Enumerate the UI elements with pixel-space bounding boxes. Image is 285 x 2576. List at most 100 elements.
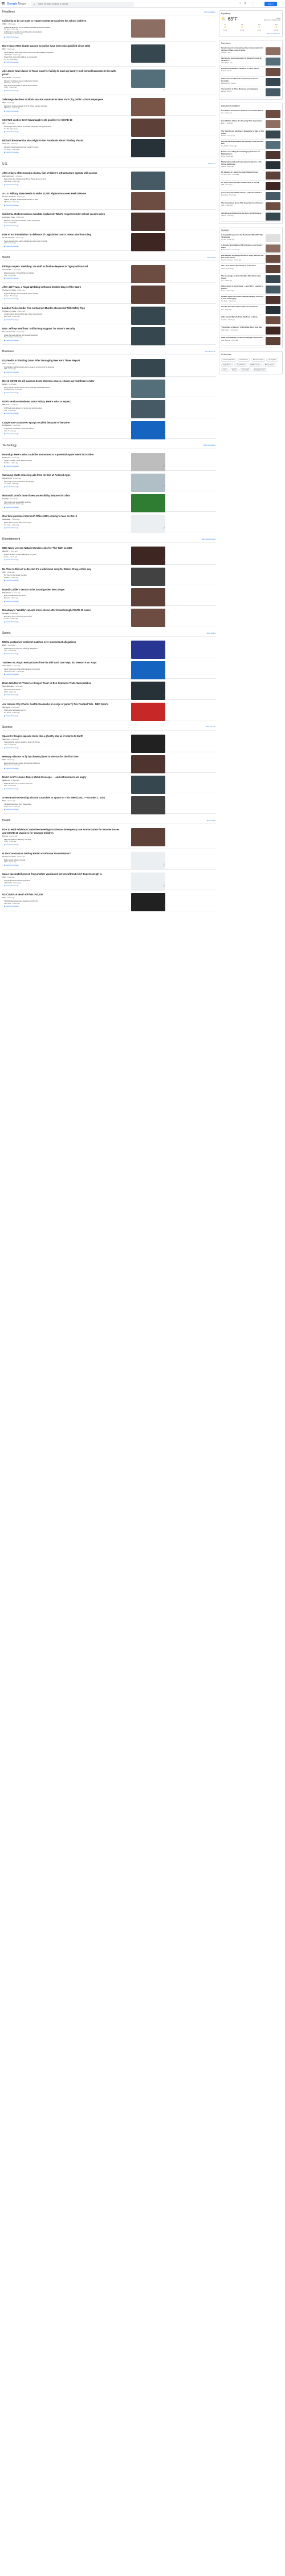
story-headline[interactable]: USPS service slowdown starts Friday. Her… xyxy=(2,400,122,403)
related-story[interactable]: Delta variant airborne spread STAT · 3 ho… xyxy=(4,859,121,863)
share-icon[interactable]: ⤴ xyxy=(163,885,165,887)
weather-more-link[interactable]: More on weather.com xyxy=(221,33,280,35)
source-name[interactable]: AppleInsider xyxy=(2,519,10,520)
sidebar-story-thumbnail[interactable] xyxy=(266,120,280,128)
story-thumbnail[interactable] xyxy=(131,212,165,231)
source-name[interactable]: Houston Chronicle xyxy=(2,237,14,239)
sidebar-story-thumbnail[interactable] xyxy=(266,182,280,190)
related-story[interactable]: Broadway show cancels performances NY Pos… xyxy=(4,616,121,620)
sidebar-story-headline[interactable]: 'There Have A Balloon': It Was What Was … xyxy=(221,326,264,331)
sidebar-story-thumbnail[interactable] xyxy=(266,172,280,180)
news-topic-chip[interactable]: Kim Harrison xyxy=(237,357,250,362)
story-headline[interactable]: No Time to Die Let Leiter, but it's a wi… xyxy=(2,568,122,570)
story-thumbnail[interactable] xyxy=(131,98,165,117)
story-headline[interactable]: After 100 Years, a Royal Wedding in Russ… xyxy=(2,286,122,288)
story-thumbnail[interactable] xyxy=(131,400,165,419)
related-story[interactable]: Office 2021 release date announced The Ve… xyxy=(4,521,121,526)
source-name[interactable]: ESPN xyxy=(2,645,6,646)
more-section-link[interactable]: More World › xyxy=(207,257,216,259)
source-name[interactable]: The New York Times xyxy=(2,856,16,858)
full-coverage-link[interactable]: ▣ View Full Coverage xyxy=(4,392,216,394)
source-name[interactable]: The Guardian xyxy=(2,77,11,79)
share-icon[interactable]: ⤴ xyxy=(163,714,165,717)
story-thumbnail[interactable] xyxy=(131,661,165,680)
full-coverage-link[interactable]: ▣ View Full Coverage xyxy=(4,621,216,623)
source-name[interactable]: Fox News xyxy=(2,613,9,614)
share-icon[interactable]: ⤴ xyxy=(163,36,165,38)
share-icon[interactable]: ⤴ xyxy=(163,464,165,467)
more-section-link[interactable]: More Health › xyxy=(207,820,216,822)
sidebar-story-headline[interactable]: Biden's Vaccine Mandate and the Impeachm… xyxy=(221,78,264,84)
story-thumbnail[interactable] xyxy=(131,515,165,533)
story-thumbnail[interactable] xyxy=(131,233,165,252)
story-headline[interactable]: One-time purchase Microsoft Office 2021 … xyxy=(2,515,122,517)
full-coverage-link[interactable]: ▣ View Full Coverage xyxy=(4,298,216,300)
sidebar-story-thumbnail[interactable] xyxy=(266,192,280,200)
story-thumbnail[interactable] xyxy=(131,473,165,492)
story-thumbnail[interactable] xyxy=(131,70,165,88)
related-story[interactable]: SpaceX cargo capsule splashes down off F… xyxy=(4,741,121,745)
related-story[interactable]: Ethiopia expels 7 United Nations officia… xyxy=(4,272,121,276)
story-headline[interactable]: A New Earth-Observing Mission Launches t… xyxy=(2,796,122,799)
sidebar-story-thumbnail[interactable] xyxy=(266,234,280,243)
related-story[interactable]: Natalie Morales to leave NBC after 22 ye… xyxy=(4,553,121,558)
sidebar-story-thumbnail[interactable] xyxy=(266,244,280,253)
share-icon[interactable]: ⤴ xyxy=(163,788,165,790)
forecast-day[interactable]: Sat ☀ 76° 56° xyxy=(238,24,246,31)
share-icon[interactable]: ⤴ xyxy=(163,297,165,300)
story-headline[interactable]: After 2 days of Democratic drama, fate o… xyxy=(2,172,122,174)
source-name[interactable]: CNN xyxy=(2,102,6,104)
share-icon[interactable]: ⤴ xyxy=(163,767,165,769)
related-story[interactable]: 700,000 Americans have died from COVID-1… xyxy=(4,900,121,904)
related-story[interactable]: Brandi Carlile talks new album Billboard … xyxy=(4,595,121,599)
sidebar-story-thumbnail[interactable] xyxy=(266,202,280,210)
share-icon[interactable]: ⤴ xyxy=(163,559,165,561)
full-coverage-link[interactable]: ▣ View Full Coverage xyxy=(4,184,216,186)
more-section-link[interactable]: More Technology › xyxy=(203,445,216,446)
full-coverage-link[interactable]: ▣ View Full Coverage xyxy=(4,205,216,206)
related-story[interactable]: Kavanaugh tests positive for COVID-19 de… xyxy=(4,125,121,130)
apps-icon[interactable]: ⋮⋮ xyxy=(250,2,254,5)
sidebar-story-headline[interactable]: Readers are calling Phone Charging Pract… xyxy=(221,150,264,157)
story-thumbnail[interactable] xyxy=(131,286,165,304)
story-thumbnail[interactable] xyxy=(131,359,165,377)
full-coverage-link[interactable]: ▣ View Full Coverage xyxy=(4,559,216,561)
sidebar-story-headline[interactable]: The Unexplained Boom That Could Get Your… xyxy=(221,202,264,206)
related-story[interactable]: Study finds most police killings go unre… xyxy=(4,56,121,60)
story-thumbnail[interactable] xyxy=(131,852,165,871)
related-story[interactable]: Infowars host loses case in defamation l… xyxy=(4,80,121,84)
share-icon[interactable]: ⤴ xyxy=(163,151,165,154)
full-coverage-link[interactable]: ▣ View Full Coverage xyxy=(4,788,216,790)
source-name[interactable]: Space.com xyxy=(2,739,10,740)
story-headline[interactable]: FDA to Hold Advisory Committee Meetings … xyxy=(2,828,122,834)
story-thumbnail[interactable] xyxy=(131,796,165,815)
story-thumbnail[interactable] xyxy=(131,567,165,586)
full-coverage-link[interactable]: ▣ View Full Coverage xyxy=(4,36,216,38)
story-thumbnail[interactable] xyxy=(131,893,165,912)
related-story[interactable]: Afghan refugees, shelters await winter o… xyxy=(4,199,121,203)
share-icon[interactable]: ⤴ xyxy=(163,746,165,749)
share-icon[interactable]: ⤴ xyxy=(163,905,165,908)
full-coverage-link[interactable]: ▣ View Full Coverage xyxy=(4,372,216,373)
source-name[interactable]: NPR xyxy=(2,123,5,124)
story-headline[interactable]: London Police Under Fire on Earnest Murd… xyxy=(2,307,122,309)
full-coverage-link[interactable]: ▣ View Full Coverage xyxy=(4,433,216,435)
source-name[interactable]: Nature.com xyxy=(2,780,10,781)
related-story[interactable]: USPS will slow delivery for some mail st… xyxy=(4,407,121,411)
related-story[interactable]: Chiefs and Seahawks both 1-2 Fox Sports ·… xyxy=(4,710,121,714)
related-story[interactable]: NASA decides not to rename telescope NPR … xyxy=(4,782,121,787)
sidebar-story-headline[interactable]: My Fantasy of Letting the Brain I Start … xyxy=(221,171,264,176)
news-topic-chip[interactable]: Wildfire smoke xyxy=(248,362,262,367)
sidebar-story-thumbnail[interactable] xyxy=(266,151,280,159)
related-story[interactable]: Coppertone recalls five aerosol products… xyxy=(4,427,121,432)
full-coverage-link[interactable]: ▣ View Full Coverage xyxy=(4,225,216,227)
sidebar-story-thumbnail[interactable] xyxy=(266,161,280,169)
story-headline[interactable]: Microsoft proofs host of new accessibili… xyxy=(2,494,122,497)
story-thumbnail[interactable] xyxy=(131,44,165,63)
share-icon[interactable]: ⤴ xyxy=(163,843,165,846)
sidebar-story-headline[interactable]: How to Stop Time Made Hunters of Electri… xyxy=(221,191,264,196)
story-headline[interactable]: Are Kansas City Chiefs, Seattle Seahawks… xyxy=(2,703,122,706)
sidebar-story-thumbnail[interactable] xyxy=(266,255,280,263)
beyond-headlines-card-title[interactable]: Beyond the headlines xyxy=(221,105,280,107)
share-icon[interactable]: ⤴ xyxy=(163,864,165,866)
